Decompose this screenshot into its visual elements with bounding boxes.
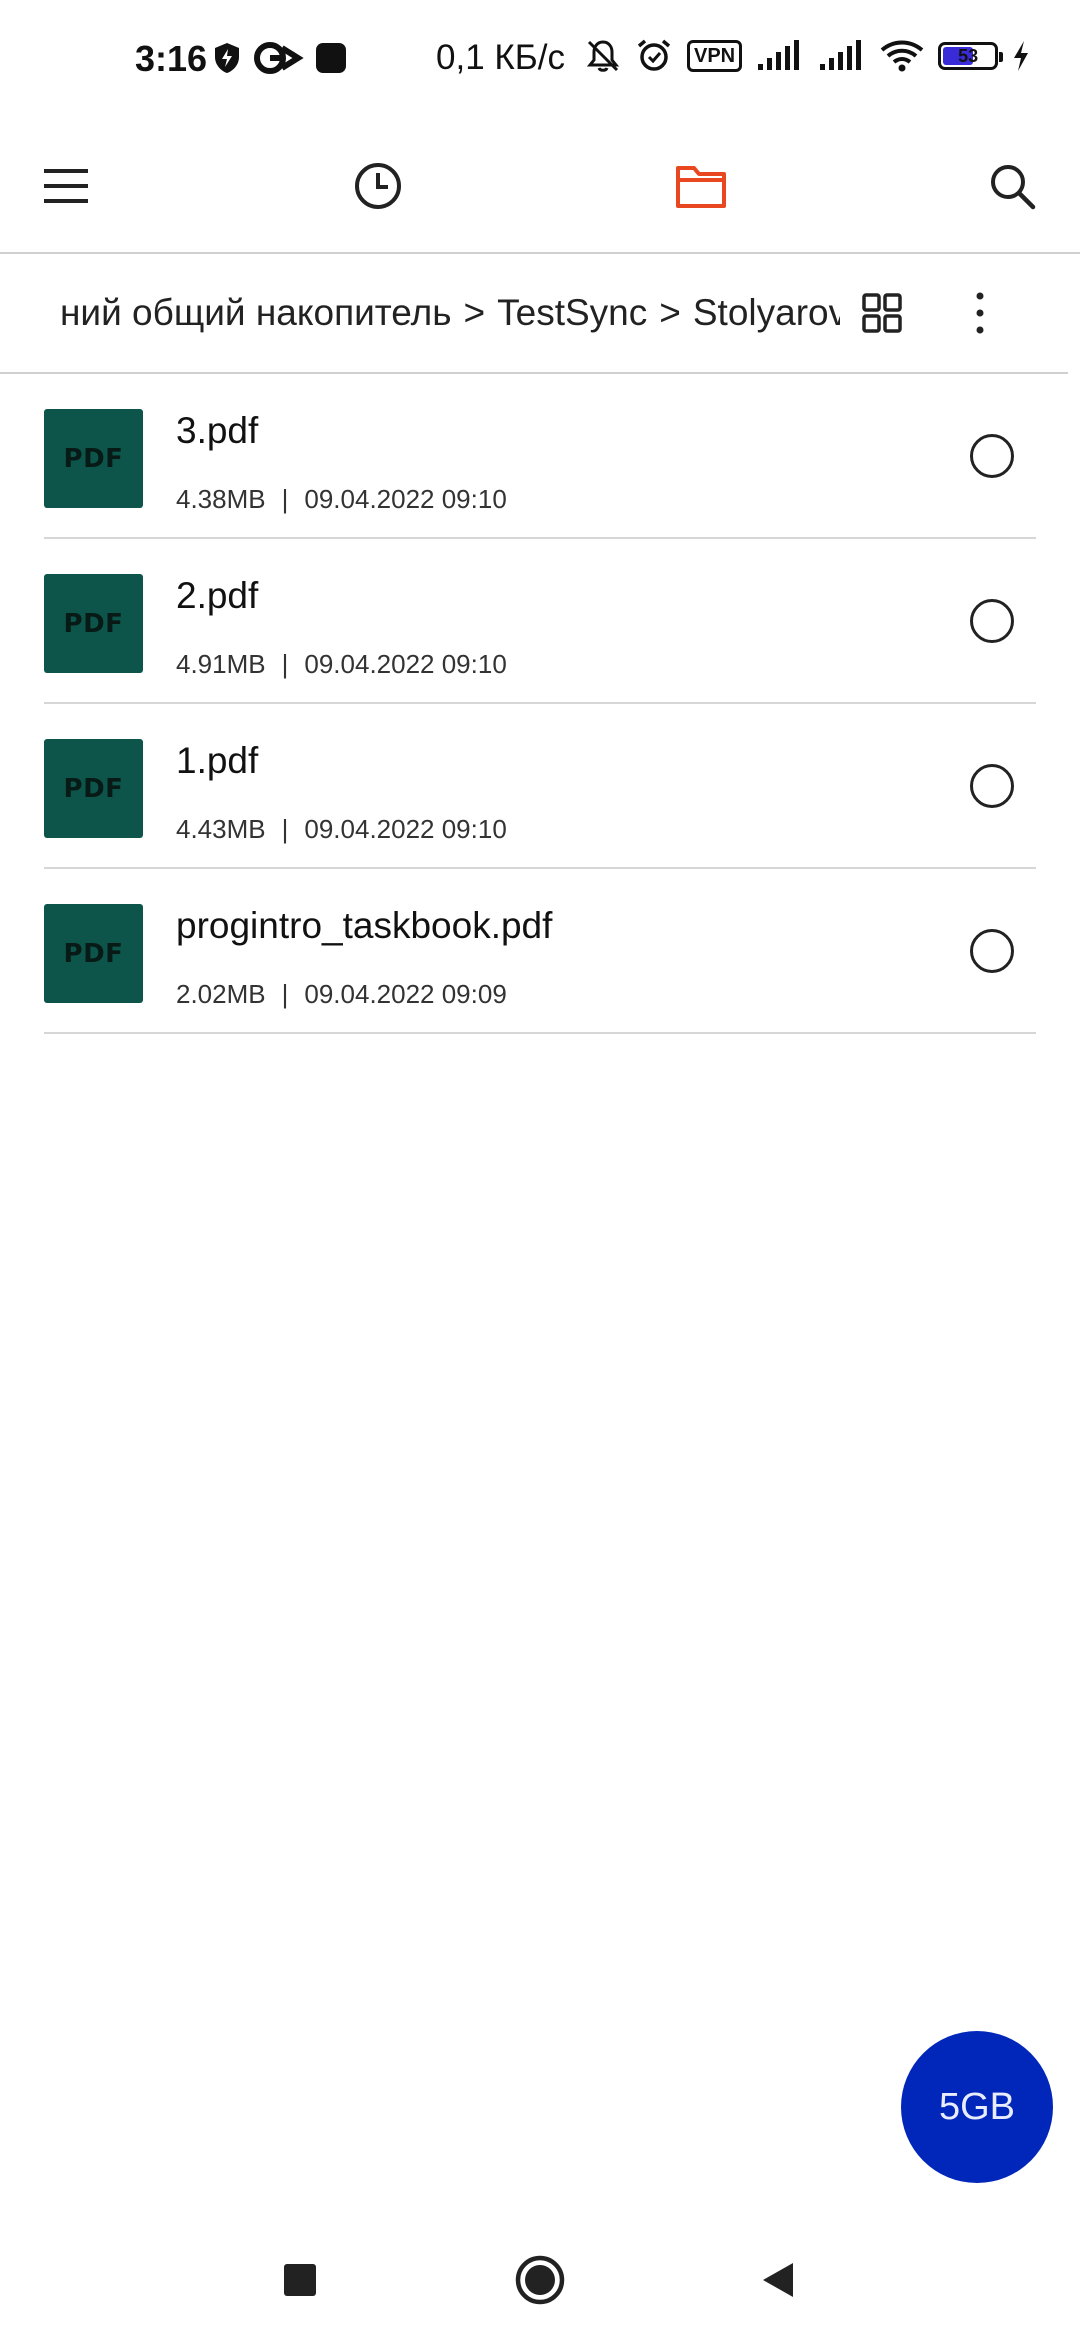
breadcrumb-separator: > [659, 292, 681, 333]
file-meta: 4.91MB | 09.04.2022 09:10 [176, 649, 507, 680]
home-circle-icon [515, 2255, 565, 2305]
search-icon [991, 165, 1036, 210]
vpn-icon: VPN [687, 40, 743, 72]
charging-icon [1014, 41, 1029, 71]
status-bar: 3:16 0,1 КБ/с VPN 53 [0, 0, 1080, 120]
select-radio[interactable] [970, 764, 1014, 808]
file-size: 4.43MB [176, 814, 266, 844]
file-date: 09.04.2022 09:10 [304, 649, 507, 679]
file-name: 1.pdf [176, 740, 259, 781]
file-size: 4.38MB [176, 484, 266, 514]
alarm-icon [637, 39, 671, 71]
file-date: 09.04.2022 09:10 [304, 814, 507, 844]
file-row[interactable]: PDF 2.pdf 4.91MB | 09.04.2022 09:10 [44, 539, 1036, 704]
file-size: 2.02MB [176, 979, 266, 1009]
select-radio[interactable] [970, 434, 1014, 478]
select-radio[interactable] [970, 929, 1014, 973]
pdf-file-icon: PDF [44, 409, 143, 508]
wifi-icon [880, 40, 924, 72]
mute-bell-icon [586, 40, 620, 72]
menu-icon [44, 169, 88, 203]
pdf-thumb-label: PDF [63, 443, 124, 474]
file-list: PDF 3.pdf 4.38MB | 09.04.2022 09:10 PDF 2.… [0, 374, 1080, 1034]
signal-icon [820, 40, 862, 70]
file-name: 2.pdf [176, 575, 259, 616]
g-app-icon [254, 42, 304, 74]
files-tab[interactable] [663, 148, 739, 224]
file-row[interactable]: PDF 3.pdf 4.38MB | 09.04.2022 09:10 [44, 374, 1036, 539]
battery-icon: 53 [938, 42, 1004, 70]
file-name: 3.pdf [176, 410, 259, 451]
pdf-file-icon: PDF [44, 904, 143, 1003]
meta-separator: | [281, 484, 289, 514]
file-name: progintro_taskbook.pdf [176, 905, 553, 946]
grid-view-icon [862, 293, 902, 333]
pdf-file-icon: PDF [44, 739, 143, 838]
file-date: 09.04.2022 09:10 [304, 484, 507, 514]
meta-separator: | [281, 979, 289, 1009]
recents-square-icon [284, 2264, 316, 2296]
file-row[interactable]: PDF progintro_taskbook.pdf 2.02MB | 09.04.… [44, 869, 1036, 1034]
pdf-thumb-label: PDF [63, 608, 124, 639]
signal-icon [758, 40, 800, 70]
file-meta: 2.02MB | 09.04.2022 09:09 [176, 979, 507, 1010]
pdf-file-icon: PDF [44, 574, 143, 673]
meta-separator: | [281, 814, 289, 844]
back-button[interactable] [748, 2250, 808, 2310]
search-button[interactable] [974, 148, 1050, 224]
file-meta: 4.38MB | 09.04.2022 09:10 [176, 484, 507, 515]
recent-tab[interactable] [340, 148, 416, 224]
status-right-icons: VPN 53 [585, 38, 1030, 74]
breadcrumb-item-storage[interactable]: ний общий накопитель [60, 292, 452, 334]
recent-clock-icon [355, 163, 401, 209]
storage-button[interactable]: 5GB [901, 2031, 1053, 2183]
pdf-thumb-label: PDF [63, 773, 124, 804]
file-row[interactable]: PDF 1.pdf 4.43MB | 09.04.2022 09:10 [44, 704, 1036, 869]
breadcrumb-item-testsync[interactable]: TestSync [497, 292, 647, 334]
status-left-icons [212, 40, 348, 76]
breadcrumb-item-stolyarov[interactable]: Stolyarov [693, 292, 840, 334]
battery-level: 53 [958, 46, 979, 66]
more-options-button[interactable] [972, 254, 988, 372]
meta-separator: | [281, 649, 289, 679]
file-size: 4.91MB [176, 649, 266, 679]
more-vert-icon [976, 292, 984, 334]
recents-button[interactable] [270, 2250, 330, 2310]
top-toolbar [0, 120, 1080, 252]
breadcrumb: ний общий накопитель > TestSync > Stolya… [0, 254, 1080, 372]
storage-label: 5GB [938, 2085, 1016, 2128]
status-time: 3:16 [135, 38, 208, 79]
menu-button[interactable] [28, 148, 104, 224]
navigation-bar [0, 2220, 1080, 2340]
breadcrumb-path[interactable]: ний общий накопитель > TestSync > Stolya… [60, 254, 840, 372]
folder-icon [676, 166, 726, 208]
file-date: 09.04.2022 09:09 [304, 979, 507, 1009]
shield-icon [215, 43, 239, 73]
breadcrumb-separator: > [463, 292, 486, 333]
grid-view-button[interactable] [862, 254, 902, 372]
file-meta: 4.43MB | 09.04.2022 09:10 [176, 814, 507, 845]
home-button[interactable] [510, 2250, 570, 2310]
network-speed: 0,1 КБ/с [436, 38, 565, 77]
back-triangle-icon [763, 2263, 793, 2297]
pdf-thumb-label: PDF [63, 938, 124, 969]
app-square-icon [316, 43, 346, 73]
select-radio[interactable] [970, 599, 1014, 643]
